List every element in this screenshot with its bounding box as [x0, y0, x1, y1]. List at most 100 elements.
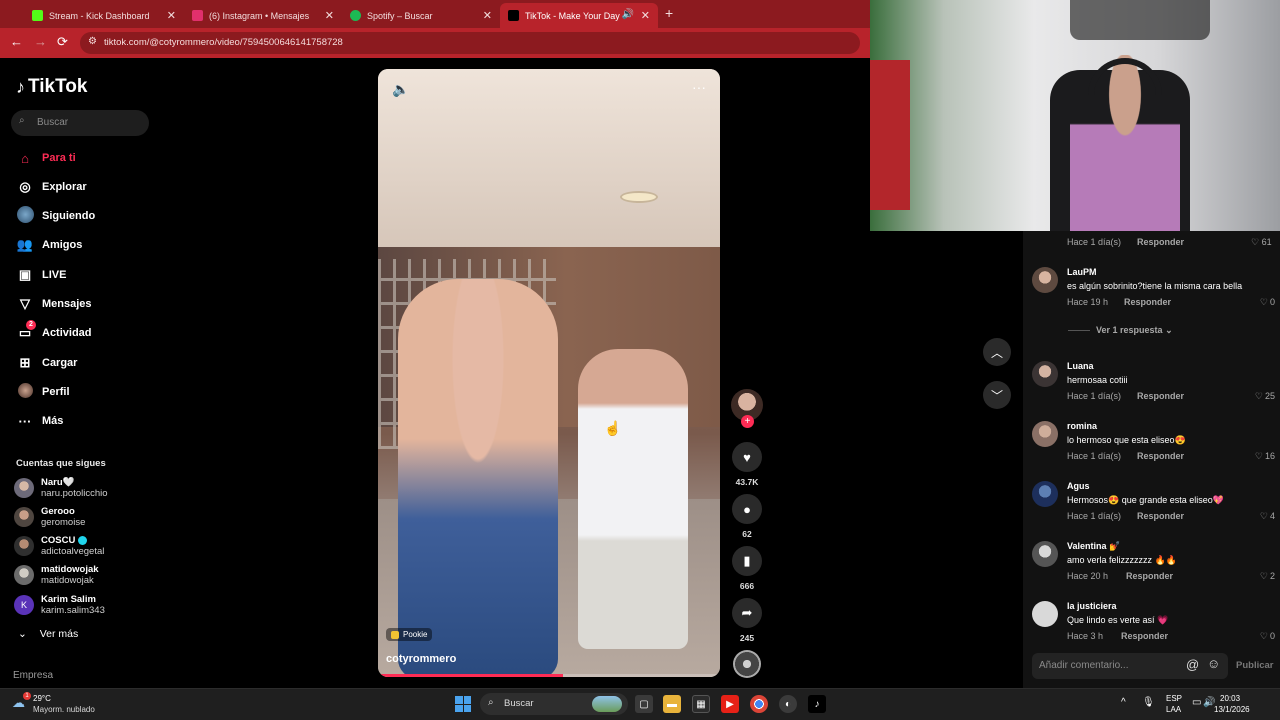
tab-spotify[interactable]: Spotify – Buscar ✕ — [342, 3, 500, 28]
back-arrow-icon[interactable]: ← — [10, 34, 23, 49]
followed-account[interactable]: Naru🤍 naru.potolicchio — [14, 475, 154, 501]
microsoft-store-icon[interactable]: ▦ — [692, 695, 710, 713]
reply-button[interactable]: Responder — [1137, 237, 1184, 247]
url-field[interactable]: ⚙ tiktok.com/@cotyrommero/video/75945006… — [80, 32, 860, 54]
avatar[interactable] — [1032, 541, 1058, 567]
tab-close-icon[interactable]: ✕ — [483, 9, 492, 22]
forward-arrow-icon[interactable]: → — [34, 34, 47, 49]
view-replies-button[interactable]: Ver 1 respuesta ⌄ — [1068, 325, 1173, 336]
avatar[interactable] — [1032, 267, 1058, 293]
weather-temperature[interactable]: 29°C — [33, 694, 51, 703]
avatar[interactable] — [1032, 601, 1058, 627]
comment-like[interactable]: ♡ 25 — [1253, 391, 1275, 402]
new-tab-icon[interactable]: + — [665, 5, 673, 21]
comment-like[interactable]: ♡ 2 — [1258, 571, 1275, 582]
next-video-button[interactable]: ﹀ — [983, 381, 1011, 409]
nav-live[interactable]: ▣ LIVE — [16, 265, 67, 285]
chevron-up-icon[interactable]: ^ — [1121, 697, 1126, 708]
search-input[interactable]: ⌕ Buscar — [11, 110, 149, 136]
video-progress-bar[interactable] — [378, 674, 720, 677]
video-author[interactable]: cotyrommero — [386, 653, 456, 665]
followed-account[interactable]: COSCU adictoalvegetal — [14, 533, 154, 559]
followed-account[interactable]: K Karim Salim karim.salim343 — [14, 592, 154, 618]
tab-close-icon[interactable]: ✕ — [167, 9, 176, 22]
chevron-down-icon: ⌄ — [18, 628, 27, 640]
taskbar-search[interactable]: ⌕ Buscar — [480, 693, 628, 715]
sound-tag[interactable]: Pookie — [386, 628, 433, 641]
comment-user[interactable]: romina — [1067, 421, 1097, 431]
video-player[interactable]: 🔈 ··· Pookie cotyrommero — [378, 69, 720, 677]
nav-amigos[interactable]: 👥 Amigos — [16, 235, 82, 255]
youtube-icon[interactable]: ▶ — [721, 695, 739, 713]
nav-actividad[interactable]: ▭ 2 Actividad — [16, 320, 92, 343]
footer-empresa-link[interactable]: Empresa — [13, 670, 53, 681]
comment-like-count: 61 — [1261, 237, 1272, 247]
reply-button[interactable]: Responder — [1137, 451, 1184, 461]
nav-cargar[interactable]: ⊞ Cargar — [16, 353, 78, 373]
avatar[interactable] — [1032, 361, 1058, 387]
share-button[interactable]: ➦ 245 — [731, 598, 763, 643]
music-disc-icon[interactable] — [733, 650, 761, 678]
nav-mensajes[interactable]: ▽ Mensajes — [16, 294, 92, 314]
mention-icon[interactable]: @ — [1186, 657, 1199, 672]
reply-button[interactable]: Responder — [1137, 391, 1184, 401]
keyboard-language[interactable]: ESP — [1166, 694, 1182, 703]
save-button[interactable]: ▮ 666 — [731, 546, 763, 591]
nav-explorar[interactable]: ◎ Explorar — [16, 177, 86, 197]
reply-button[interactable]: Responder — [1137, 511, 1184, 521]
more-options-icon[interactable]: ··· — [692, 79, 706, 95]
followed-account[interactable]: Gerooo geromoise — [14, 504, 154, 530]
comment-like[interactable]: ♡ 0 — [1258, 631, 1275, 642]
previous-video-button[interactable]: ︿ — [983, 338, 1011, 366]
file-explorer-icon[interactable]: ▬ — [663, 695, 681, 713]
comment-like[interactable]: ♡ 61 — [1251, 237, 1272, 248]
volume-icon[interactable]: 🔈 — [392, 81, 409, 98]
reply-button[interactable]: Responder — [1121, 631, 1168, 641]
heart-outline-icon: ♡ — [1259, 511, 1268, 521]
comment-like[interactable]: ♡ 16 — [1253, 451, 1275, 462]
reply-button[interactable]: Responder — [1124, 297, 1171, 307]
tab-kick[interactable]: Stream - Kick Dashboard ✕ — [24, 3, 184, 28]
publish-button[interactable]: Publicar — [1236, 660, 1274, 671]
followed-account[interactable]: matidowojak matidowojak — [14, 562, 154, 588]
site-info-icon[interactable]: ⚙ — [88, 36, 97, 47]
tab-close-icon[interactable]: ✕ — [325, 9, 334, 22]
avatar[interactable] — [1032, 421, 1058, 447]
avatar[interactable] — [1032, 481, 1058, 507]
tiktok-logo[interactable]: ♪ TikTok — [16, 76, 87, 98]
reply-button[interactable]: Responder — [1126, 571, 1173, 581]
comment-button[interactable]: ● 62 — [731, 494, 763, 539]
comment-like[interactable]: ♡ 0 — [1258, 297, 1275, 308]
clock-time[interactable]: 20:03 — [1220, 694, 1240, 703]
comment-user[interactable]: LauPM — [1067, 267, 1097, 277]
see-more-button[interactable]: ⌄ Ver más — [18, 628, 78, 640]
tab-audio-icon[interactable]: 🔊 — [622, 9, 634, 20]
display-icon[interactable]: ▭ — [1192, 697, 1201, 708]
comment-user[interactable]: la justiciera — [1067, 601, 1117, 611]
reload-icon[interactable]: ⟳ — [57, 34, 68, 50]
comment-user[interactable]: Luana — [1067, 361, 1094, 371]
comment-user[interactable]: Agus — [1067, 481, 1090, 491]
comment-user[interactable]: Valentina 💅 — [1067, 541, 1120, 552]
nav-para-ti[interactable]: ⌂ Para ti — [16, 148, 76, 168]
follow-plus-icon[interactable]: + — [741, 415, 754, 428]
nav-perfil[interactable]: Perfil — [16, 382, 70, 402]
emoji-icon[interactable]: ☺ — [1207, 656, 1220, 671]
chrome-icon[interactable] — [750, 695, 768, 713]
weather-description[interactable]: Mayorm. nublado — [33, 705, 95, 714]
comment-like[interactable]: ♡ 4 — [1258, 511, 1275, 522]
save-count: 666 — [739, 581, 755, 591]
clock-date[interactable]: 13/1/2026 — [1214, 705, 1250, 714]
tab-close-icon[interactable]: ✕ — [641, 9, 650, 22]
tab-tiktok[interactable]: TikTok - Make Your Day 🔊 ✕ — [500, 3, 658, 28]
windows-start-button[interactable] — [455, 696, 471, 712]
nav-siguiendo[interactable]: Siguiendo — [16, 206, 95, 226]
keyboard-layout[interactable]: LAA — [1166, 705, 1181, 714]
tiktok-app-icon[interactable]: ♪ — [808, 695, 826, 713]
like-button[interactable]: ♥ 43.7K — [731, 442, 763, 487]
task-view-icon[interactable]: ▢ — [635, 695, 653, 713]
microphone-icon[interactable]: 🎙 — [1142, 697, 1155, 708]
app-icon[interactable]: ◐ — [779, 695, 797, 713]
nav-mas[interactable]: ··· Más — [16, 411, 64, 431]
tab-instagram[interactable]: (6) Instagram • Mensajes ✕ — [184, 3, 342, 28]
